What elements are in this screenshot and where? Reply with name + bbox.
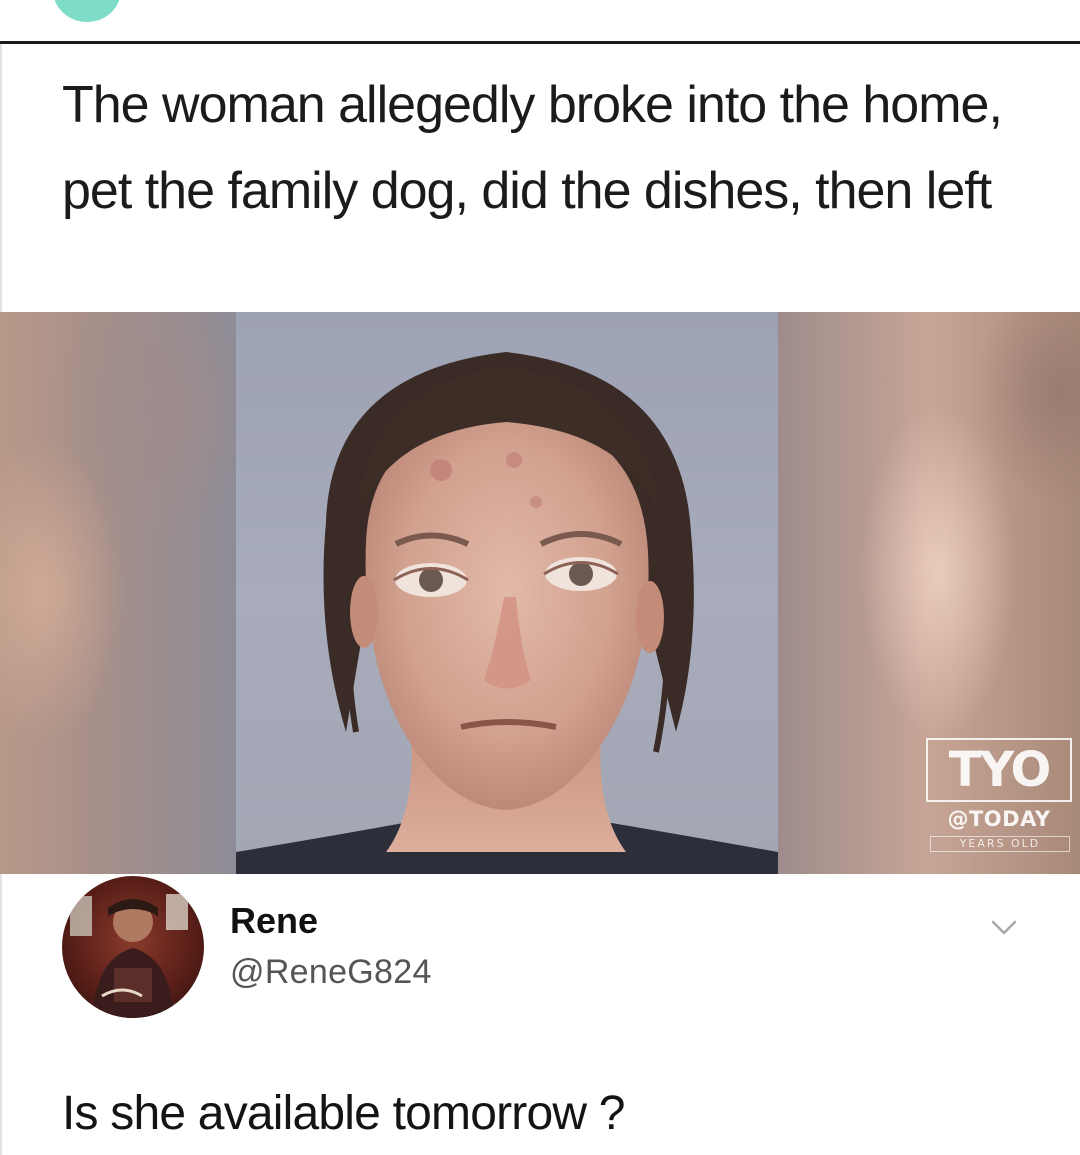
avatar[interactable] <box>62 876 204 1018</box>
avatar-image <box>70 894 188 1018</box>
top-bar <box>0 0 1080 44</box>
watermark-logo: TYO <box>926 738 1072 802</box>
headline-text: The woman allegedly broke into the home,… <box>62 76 1003 220</box>
tyo-watermark: TYO @TODAY YEARS OLD <box>926 738 1074 862</box>
news-photo[interactable]: TYO @TODAY YEARS OLD <box>0 312 1080 874</box>
photo-blur-left <box>0 312 236 874</box>
tweet-card: Rene @ReneG824 Is she available tomorrow… <box>0 874 1080 1155</box>
user-handle[interactable]: @ReneG824 <box>230 952 432 992</box>
watermark-brand: @TODAY <box>947 807 1051 831</box>
profile-avatar-partial[interactable] <box>53 0 121 22</box>
display-name[interactable]: Rene <box>230 900 318 942</box>
headline-card: The woman allegedly broke into the home,… <box>0 44 1080 312</box>
chevron-down-icon[interactable] <box>990 918 1018 938</box>
watermark-subtitle: YEARS OLD <box>930 836 1070 852</box>
mugshot-illustration <box>236 352 778 874</box>
tweet-text: Is she available tomorrow ? <box>62 1087 625 1140</box>
mugshot-image <box>236 312 778 874</box>
